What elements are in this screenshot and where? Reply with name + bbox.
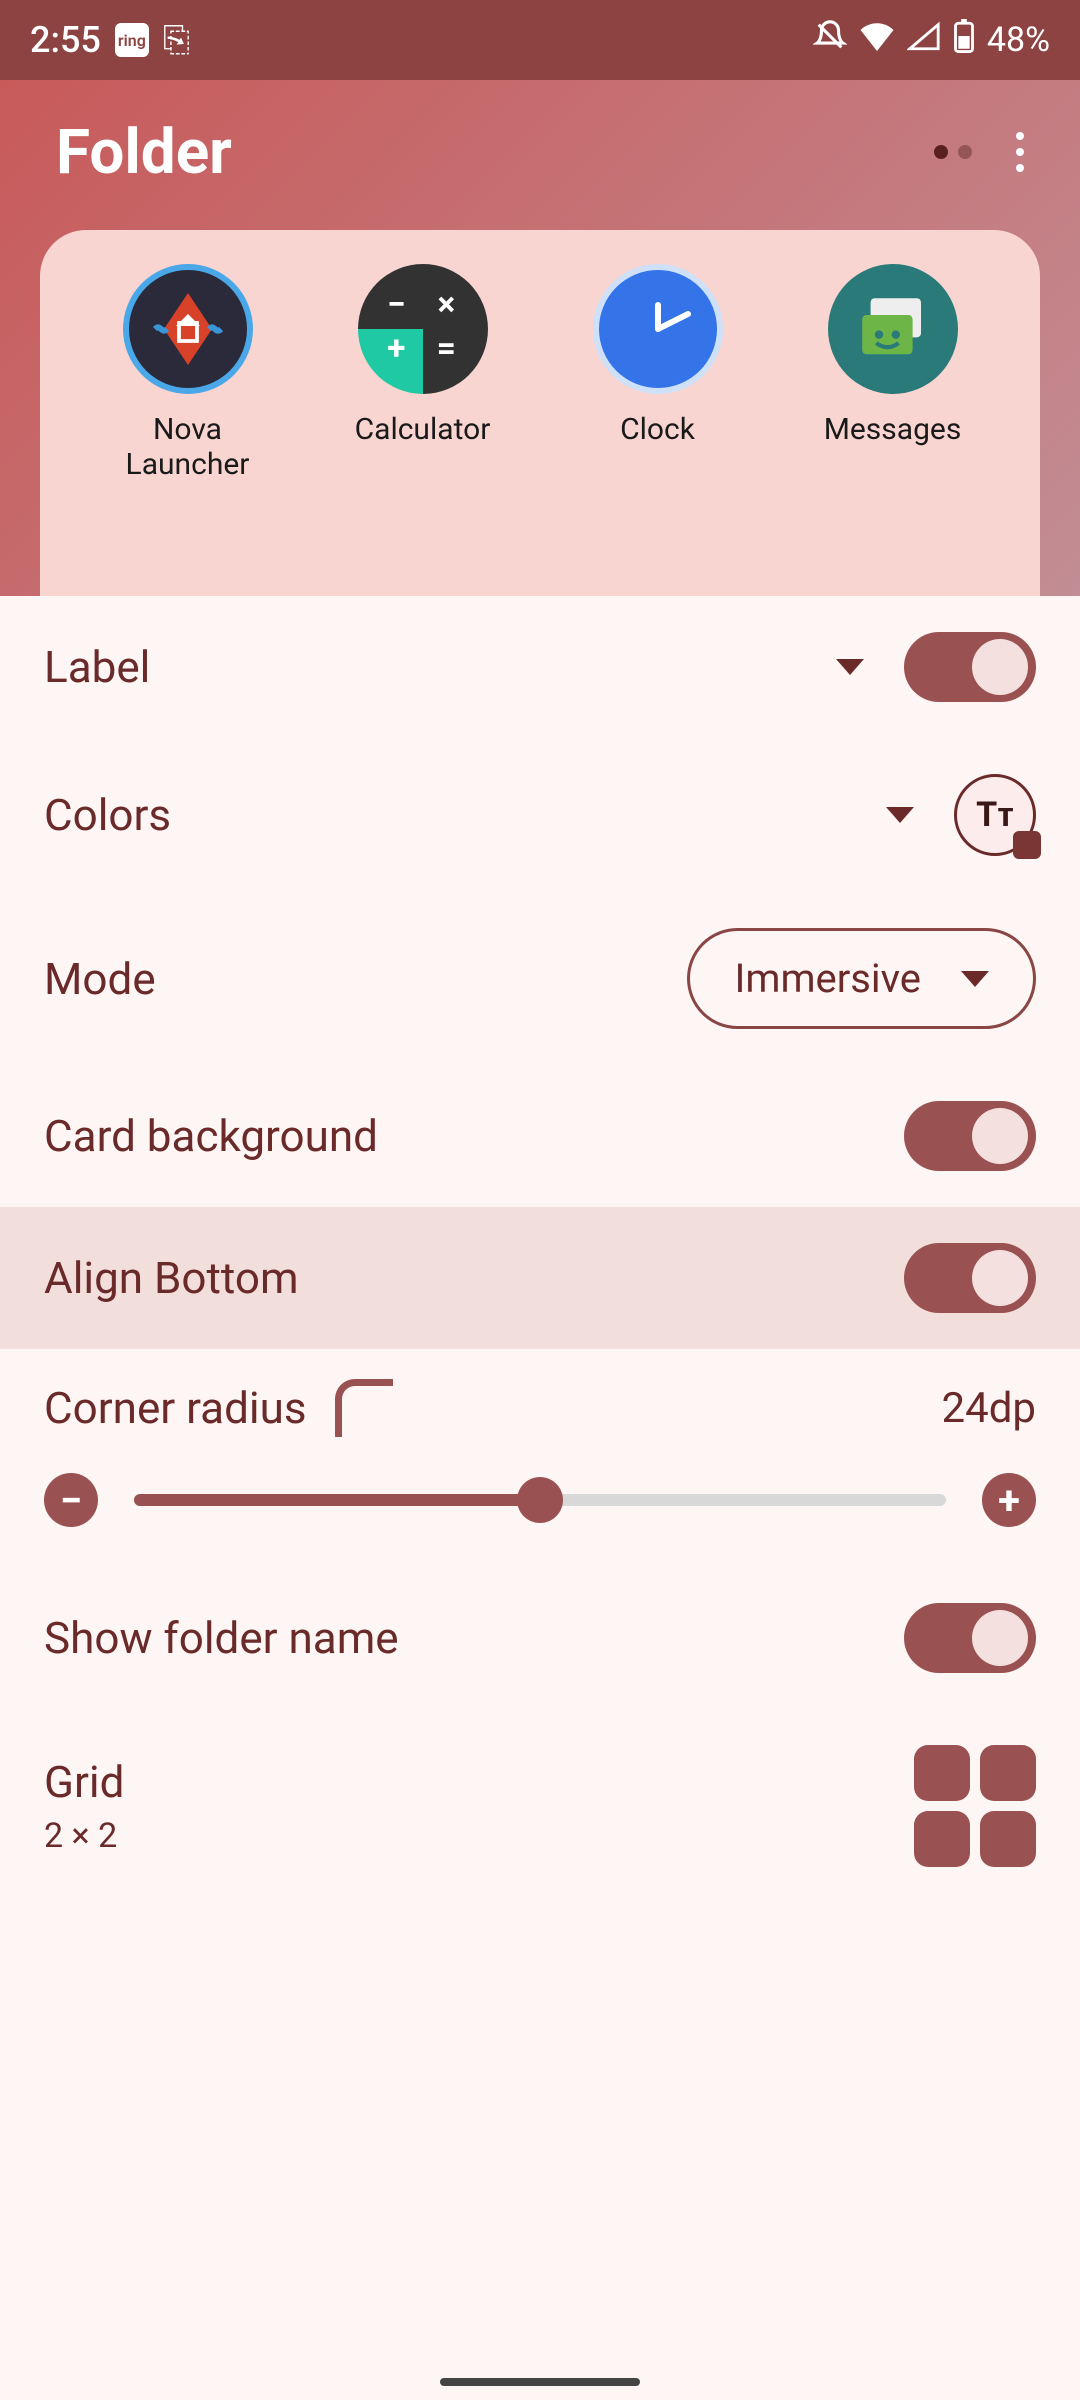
calculator-icon: − × + = [358,264,488,394]
setting-card-background[interactable]: Card background [0,1065,1080,1207]
page-dot-1 [934,145,948,159]
app-clock[interactable]: Clock [558,264,758,482]
folder-title: Folder [56,116,232,189]
messages-icon [828,264,958,394]
folder-card: Nova Launcher − × + = Calculator Clock [40,230,1040,596]
decrease-button[interactable]: − [44,1473,98,1527]
status-left: 2:55 ring ⎘ [30,19,190,61]
setting-align-bottom[interactable]: Align Bottom [0,1207,1080,1349]
setting-title: Label [44,641,150,693]
header-actions [934,132,1040,172]
chevron-down-icon[interactable] [886,807,914,823]
grid-preview-icon [914,1745,1036,1867]
status-bar: 2:55 ring ⎘ 48% [0,0,1080,80]
corner-radius-slider-row: − + [0,1447,1080,1567]
app-calculator[interactable]: − × + = Calculator [323,264,523,482]
svg-text:−: − [387,286,406,325]
app-label: Clock [620,412,695,447]
svg-text:×: × [437,286,455,325]
label-toggle[interactable] [904,632,1036,702]
navigation-handle[interactable] [440,2378,640,2386]
setting-title: Align Bottom [44,1252,299,1304]
mode-value: Immersive [734,955,921,1002]
increase-button[interactable]: + [982,1473,1036,1527]
setting-title: Grid [44,1756,124,1808]
page-indicator[interactable] [934,145,972,159]
setting-label[interactable]: Label [0,596,1080,738]
clock-icon [593,264,723,394]
app-label: Nova Launcher [88,412,288,482]
signal-icon [907,20,941,60]
app-label: Calculator [355,412,491,447]
setting-corner-radius: Corner radius 24dp [0,1349,1080,1447]
text-color-button[interactable]: Tᴛ [954,774,1036,856]
svg-text:=: = [436,329,455,368]
app-nova-launcher[interactable]: Nova Launcher [88,264,288,482]
mode-dropdown[interactable]: Immersive [687,928,1036,1029]
app-row: Nova Launcher − × + = Calculator Clock [70,264,1010,482]
app-label: Messages [824,412,962,447]
battery-icon [953,19,975,62]
setting-title: Card background [44,1110,378,1162]
folder-header: Folder [0,80,1080,200]
setting-grid[interactable]: Grid 2 × 2 [0,1709,1080,1903]
page-dot-2 [958,145,972,159]
nova-launcher-icon [123,264,253,394]
settings-list: Label Colors Tᴛ Mode Immersive Card back… [0,596,1080,1903]
corner-radius-slider[interactable] [134,1494,946,1506]
battery-percent: 48% [987,20,1050,60]
chevron-down-icon[interactable] [836,659,864,675]
card-background-toggle[interactable] [904,1101,1036,1171]
folder-preview: Folder Nova Launcher − [0,80,1080,596]
align-bottom-toggle[interactable] [904,1243,1036,1313]
setting-mode: Mode Immersive [0,892,1080,1065]
dnd-icon [813,19,847,62]
svg-text:+: + [387,329,405,368]
setting-colors[interactable]: Colors Tᴛ [0,738,1080,892]
clock-time: 2:55 [30,19,101,61]
color-accent-swatch [1013,831,1041,859]
corner-radius-icon [335,1379,393,1437]
setting-show-folder-name[interactable]: Show folder name [0,1567,1080,1709]
slider-fill [134,1494,540,1506]
corner-radius-value: 24dp [942,1384,1036,1433]
text-icon: Tᴛ [976,795,1014,835]
show-folder-name-toggle[interactable] [904,1603,1036,1673]
twitch-icon: ⎘ [163,20,190,60]
setting-title: Show folder name [44,1612,399,1664]
slider-thumb[interactable] [517,1477,563,1523]
more-menu-button[interactable] [1000,132,1040,172]
status-right: 48% [813,19,1050,62]
setting-title: Corner radius [44,1382,307,1434]
ring-app-icon: ring [115,23,149,57]
grid-value: 2 × 2 [44,1816,124,1856]
app-messages[interactable]: Messages [793,264,993,482]
setting-title: Colors [44,789,171,841]
chevron-down-icon [961,971,989,987]
setting-title: Mode [44,953,156,1005]
wifi-icon [859,20,895,60]
